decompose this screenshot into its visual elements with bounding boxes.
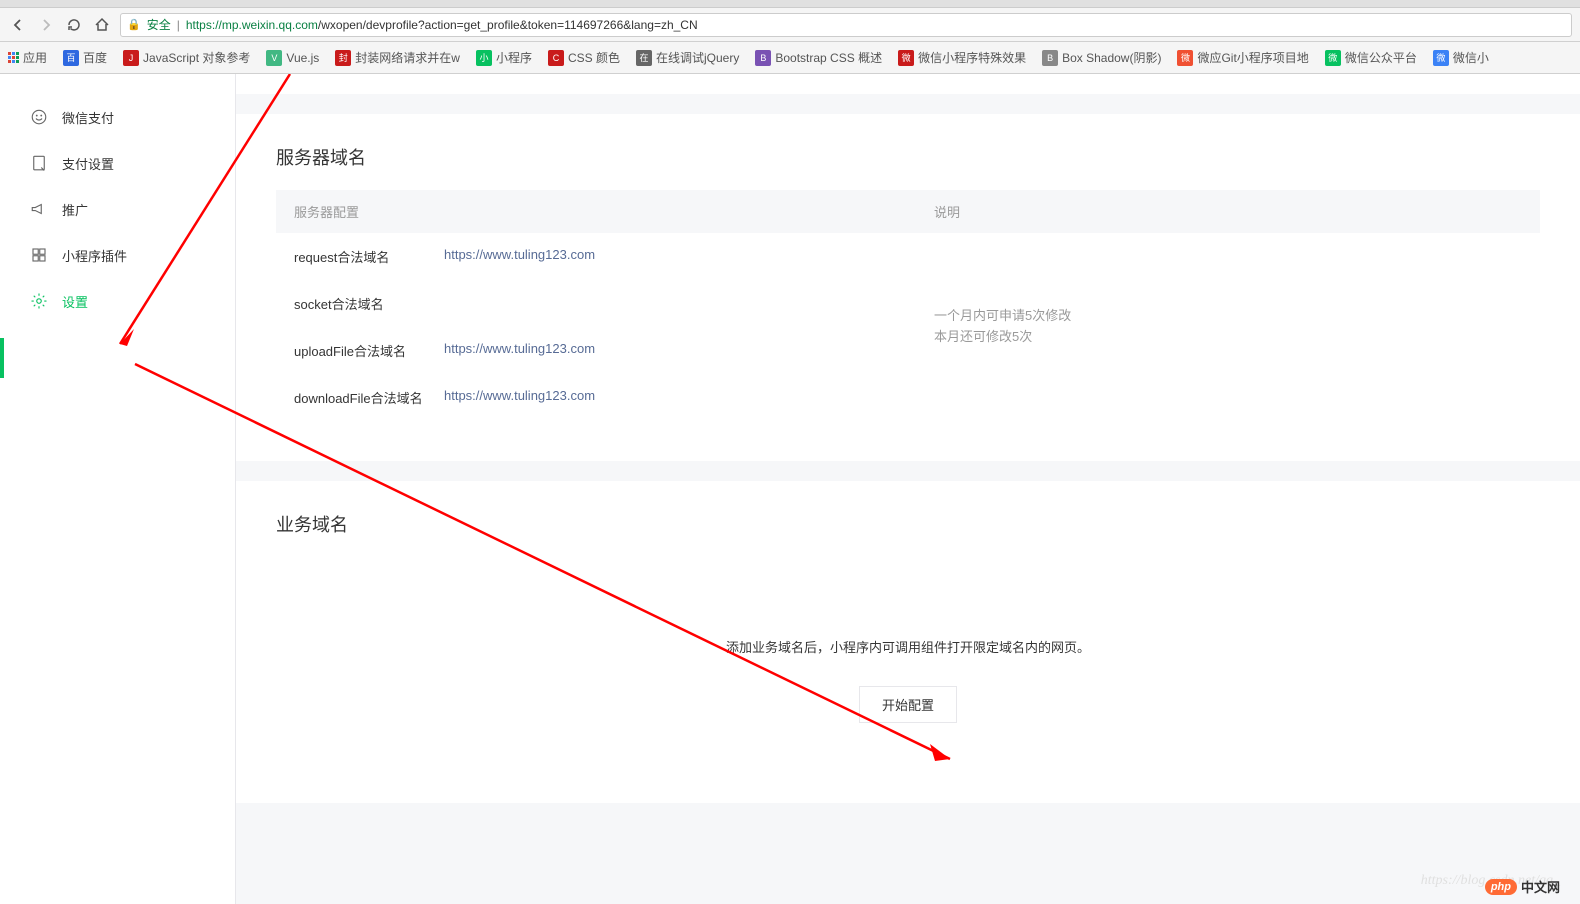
home-button[interactable]: [92, 15, 112, 35]
biz-domain-description: 添加业务域名后，小程序内可调用组件打开限定域名内的网页。: [276, 637, 1540, 656]
bookmark-item[interactable]: 在在线调试jQuery: [636, 49, 739, 66]
bookmark-item[interactable]: 小小程序: [476, 49, 532, 66]
bookmark-item[interactable]: BBootstrap CSS 概述: [755, 49, 882, 66]
browser-toolbar: 🔒 安全 | https://mp.weixin.qq.com/wxopen/d…: [0, 8, 1580, 42]
bookmark-favicon: V: [266, 50, 282, 66]
sidebar-item-wechat-pay[interactable]: 微信支付: [0, 94, 235, 140]
address-bar[interactable]: 🔒 安全 | https://mp.weixin.qq.com/wxopen/d…: [120, 13, 1572, 37]
table-row: uploadFile合法域名https://www.tuling123.com: [294, 327, 934, 374]
table-row: downloadFile合法域名https://www.tuling123.co…: [294, 374, 934, 421]
forward-button[interactable]: [36, 15, 56, 35]
bookmarks-bar: 应用 百百度 JJavaScript 对象参考 VVue.js 封封装网络请求并在w 小…: [0, 42, 1580, 74]
row-value: https://www.tuling123.com: [444, 247, 934, 266]
bookmark-item[interactable]: 微微信小: [1433, 49, 1489, 66]
row-value: https://www.tuling123.com: [444, 341, 934, 360]
table-header: 服务器配置 说明: [276, 190, 1540, 233]
bookmark-favicon: 小: [476, 50, 492, 66]
sidebar-item-promotion[interactable]: 推广: [0, 186, 235, 232]
bookmark-item[interactable]: BBox Shadow(阴影): [1042, 49, 1161, 66]
bookmark-favicon: B: [1042, 50, 1058, 66]
bookmark-favicon: 在: [636, 50, 652, 66]
bookmark-item[interactable]: 微微应Git小程序项目地: [1177, 49, 1308, 66]
sidebar-active-indicator: [0, 338, 4, 378]
bookmark-favicon: 微: [1325, 50, 1341, 66]
row-value: https://www.tuling123.com: [444, 388, 934, 407]
gear-icon: [30, 292, 48, 310]
lock-icon: 🔒: [127, 18, 141, 31]
start-config-button[interactable]: 开始配置: [859, 686, 957, 723]
bookmark-item[interactable]: 百百度: [63, 49, 107, 66]
bookmark-favicon: C: [548, 50, 564, 66]
secure-label: 安全: [147, 16, 171, 33]
bookmark-item[interactable]: JJavaScript 对象参考: [123, 49, 250, 66]
table-row: request合法域名https://www.tuling123.com: [294, 233, 934, 280]
domain-table: 服务器配置 说明 request合法域名https://www.tuling12…: [276, 190, 1540, 421]
bookmark-favicon: 微: [898, 50, 914, 66]
back-button[interactable]: [8, 15, 28, 35]
bookmark-favicon: 封: [335, 50, 351, 66]
row-label: request合法域名: [294, 247, 444, 266]
server-domain-section: 服务器域名 服务器配置 说明 request合法域名https://www.tu…: [236, 114, 1580, 461]
watermark-logo: php 中文网: [1485, 877, 1560, 896]
bookmark-favicon: 微: [1433, 50, 1449, 66]
php-badge: php: [1485, 879, 1517, 895]
biz-domain-section: 业务域名 添加业务域名后，小程序内可调用组件打开限定域名内的网页。 开始配置: [236, 481, 1580, 803]
row-label: uploadFile合法域名: [294, 341, 444, 360]
apps-button[interactable]: 应用: [8, 49, 47, 66]
biz-domain-title: 业务域名: [276, 511, 1540, 537]
sidebar-item-pay-settings[interactable]: 支付设置: [0, 140, 235, 186]
apps-icon: [8, 52, 19, 63]
bookmark-favicon: J: [123, 50, 139, 66]
page-icon: [30, 154, 48, 172]
bookmark-item[interactable]: 微微信小程序特殊效果: [898, 49, 1026, 66]
megaphone-icon: [30, 200, 48, 218]
section-spacer-top: [236, 74, 1580, 94]
bookmark-item[interactable]: 封封装网络请求并在w: [335, 49, 460, 66]
sidebar-item-plugins[interactable]: 小程序插件: [0, 232, 235, 278]
reload-button[interactable]: [64, 15, 84, 35]
col-header-desc: 说明: [934, 202, 1522, 221]
sidebar: 微信支付 支付设置 推广 小程序插件 设置: [0, 74, 236, 904]
bookmark-favicon: 微: [1177, 50, 1193, 66]
server-domain-title: 服务器域名: [276, 144, 1540, 170]
col-header-config: 服务器配置: [294, 202, 934, 221]
bookmark-favicon: B: [755, 50, 771, 66]
sidebar-item-settings[interactable]: 设置: [0, 278, 235, 324]
smile-icon: [30, 108, 48, 126]
table-description: 一个月内可申请5次修改 本月还可修改5次: [934, 233, 1522, 421]
bookmark-item[interactable]: CCSS 颜色: [548, 49, 620, 66]
row-label: socket合法域名: [294, 294, 444, 313]
browser-tabs-strip: [0, 0, 1580, 8]
row-label: downloadFile合法域名: [294, 388, 444, 407]
table-row: socket合法域名: [294, 280, 934, 327]
bookmark-item[interactable]: VVue.js: [266, 49, 319, 66]
content-area: 服务器域名 服务器配置 说明 request合法域名https://www.tu…: [236, 74, 1580, 904]
bookmark-favicon: 百: [63, 50, 79, 66]
row-value: [444, 294, 934, 313]
bookmark-item[interactable]: 微微信公众平台: [1325, 49, 1417, 66]
grid-icon: [30, 246, 48, 264]
